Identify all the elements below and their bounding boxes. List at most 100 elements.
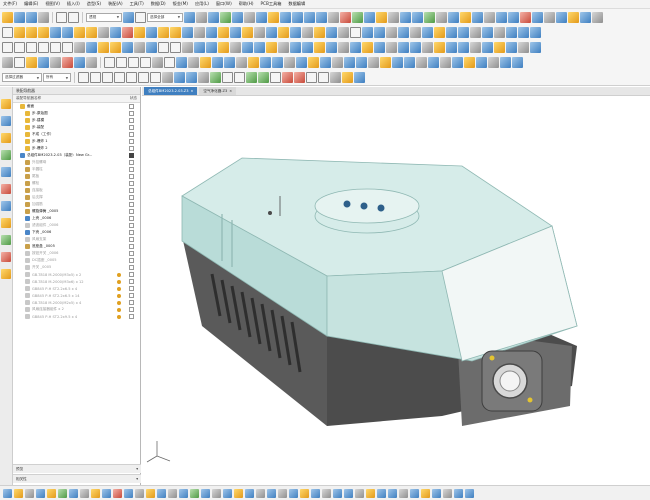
wave-icon[interactable] [246, 72, 257, 83]
menu-item[interactable]: 数据编辑 [288, 1, 305, 7]
material-icon[interactable] [200, 57, 211, 68]
camera-icon[interactable] [236, 57, 247, 68]
document-tab[interactable]: 总组件BM2023.2.03.Z3 × [144, 87, 198, 95]
visibility-checkbox[interactable] [129, 314, 134, 319]
macro-icon[interactable] [592, 11, 603, 23]
plane-icon[interactable] [116, 57, 127, 68]
origin-icon[interactable] [210, 72, 221, 83]
tree-row[interactable]: 风扇支架 [13, 236, 140, 243]
pipe-icon[interactable] [440, 57, 451, 68]
decal-icon[interactable] [224, 57, 235, 68]
corner-relief-icon[interactable] [374, 42, 385, 53]
tree-row[interactable]: GB845 P-H ST2.2x6.5 x 14 [13, 292, 140, 299]
hide-bottom-icon[interactable] [212, 488, 221, 498]
polygon-icon[interactable] [50, 42, 61, 53]
view-cube-icon[interactable] [208, 11, 219, 23]
group-icon[interactable] [58, 488, 67, 498]
tree-row[interactable]: 步-原始图 [13, 110, 140, 117]
snap-bottom-icon[interactable] [179, 488, 188, 498]
box-select-icon[interactable] [135, 11, 146, 23]
lip-icon[interactable] [290, 27, 301, 38]
tree-row[interactable]: 下壳 _0006 [13, 229, 140, 236]
render-bottom-icon[interactable] [124, 488, 133, 498]
visibility-checkbox[interactable] [129, 279, 134, 284]
assembly-manager-icon[interactable] [1, 116, 11, 126]
fastener-icon[interactable] [392, 57, 403, 68]
spring-icon[interactable] [404, 57, 415, 68]
menu-item[interactable]: 视图(V) [45, 1, 60, 7]
offset-icon[interactable] [206, 27, 217, 38]
drawing-icon[interactable] [556, 11, 567, 23]
explode-icon[interactable] [532, 11, 543, 23]
bend-table-icon[interactable] [458, 42, 469, 53]
column-name-header[interactable]: 装配导航器名称 [16, 96, 41, 101]
arc-icon[interactable] [38, 42, 49, 53]
filter-combo[interactable]: 选择全部 ▼ [147, 12, 183, 22]
tree-row[interactable]: GB845 P-H ST2.2x6.5 x 4 [13, 285, 140, 292]
part-library-icon[interactable] [1, 218, 11, 228]
paste-icon[interactable] [36, 488, 45, 498]
visibility-checkbox[interactable] [129, 195, 134, 200]
copy-icon[interactable] [278, 42, 289, 53]
cam-icon[interactable] [272, 57, 283, 68]
section-view-icon[interactable] [268, 11, 279, 23]
draft-icon[interactable] [98, 27, 109, 38]
bridge-icon[interactable] [530, 42, 541, 53]
visibility-checkbox[interactable] [129, 181, 134, 186]
flat-pattern-icon[interactable] [470, 42, 481, 53]
pick-curve-icon[interactable] [138, 72, 149, 83]
analysis-bottom-icon[interactable] [245, 488, 254, 498]
help-icon[interactable] [465, 488, 474, 498]
print-icon[interactable] [38, 11, 49, 23]
visibility-checkbox[interactable] [129, 216, 134, 221]
chamfer-icon[interactable] [86, 27, 97, 38]
project-curve-icon[interactable] [446, 27, 457, 38]
open-icon[interactable] [14, 488, 23, 498]
select-filter-combo[interactable]: 选择过滤器 ▼ [2, 73, 42, 82]
view-manager-icon[interactable] [1, 150, 11, 160]
split-icon[interactable] [194, 27, 205, 38]
color-palette-icon[interactable] [1, 252, 11, 262]
sketch-pattern-icon[interactable] [218, 42, 229, 53]
reference-icon[interactable] [230, 42, 241, 53]
visibility-checkbox[interactable] [129, 265, 134, 270]
cut-bottom-icon[interactable] [47, 488, 56, 498]
core-cavity-icon[interactable] [332, 57, 343, 68]
tree-row[interactable]: 不成（工作） [13, 131, 140, 138]
menu-item[interactable]: 工具(T) [130, 1, 144, 7]
rotate-bottom-icon[interactable] [311, 488, 320, 498]
rectangle-icon[interactable] [14, 42, 25, 53]
attribute-icon[interactable] [188, 57, 199, 68]
open-file-icon[interactable] [14, 11, 25, 23]
thread-icon[interactable] [278, 27, 289, 38]
document-tab[interactable]: 空气净化器.Z3 × [199, 87, 237, 95]
tree-row[interactable]: 螺栓 [13, 180, 140, 187]
project-icon[interactable] [146, 42, 157, 53]
rotate-entity-icon[interactable] [254, 42, 265, 53]
gusset-icon[interactable] [506, 42, 517, 53]
edges-bottom-icon[interactable] [355, 488, 364, 498]
slot-icon[interactable] [170, 42, 181, 53]
layer-manager-icon[interactable] [1, 167, 11, 177]
bead-icon[interactable] [518, 42, 529, 53]
offset-curve-icon[interactable] [122, 42, 133, 53]
fit-bottom-icon[interactable] [322, 488, 331, 498]
visibility-checkbox[interactable] [129, 307, 134, 312]
select-icon[interactable] [123, 11, 134, 23]
cross-icon[interactable] [270, 72, 281, 83]
tree-row[interactable]: 半圆柱 [13, 166, 140, 173]
pick-face-icon[interactable] [90, 72, 101, 83]
section-bottom-icon[interactable] [157, 488, 166, 498]
pick-icon[interactable] [78, 72, 89, 83]
tree-row[interactable]: 截面 [13, 103, 140, 110]
menu-item[interactable]: PCB工具箱 [261, 1, 282, 7]
tree-row[interactable]: 按钮开关 _0006 [13, 250, 140, 257]
tree-row[interactable]: 连接板 [13, 187, 140, 194]
settings-bottom-icon[interactable] [256, 488, 265, 498]
slash-icon[interactable] [318, 72, 329, 83]
export-icon[interactable] [568, 11, 579, 23]
hidden-line-icon[interactable] [328, 11, 339, 23]
standard-part-icon[interactable] [380, 57, 391, 68]
visibility-checkbox[interactable] [129, 293, 134, 298]
grid-icon[interactable] [388, 11, 399, 23]
